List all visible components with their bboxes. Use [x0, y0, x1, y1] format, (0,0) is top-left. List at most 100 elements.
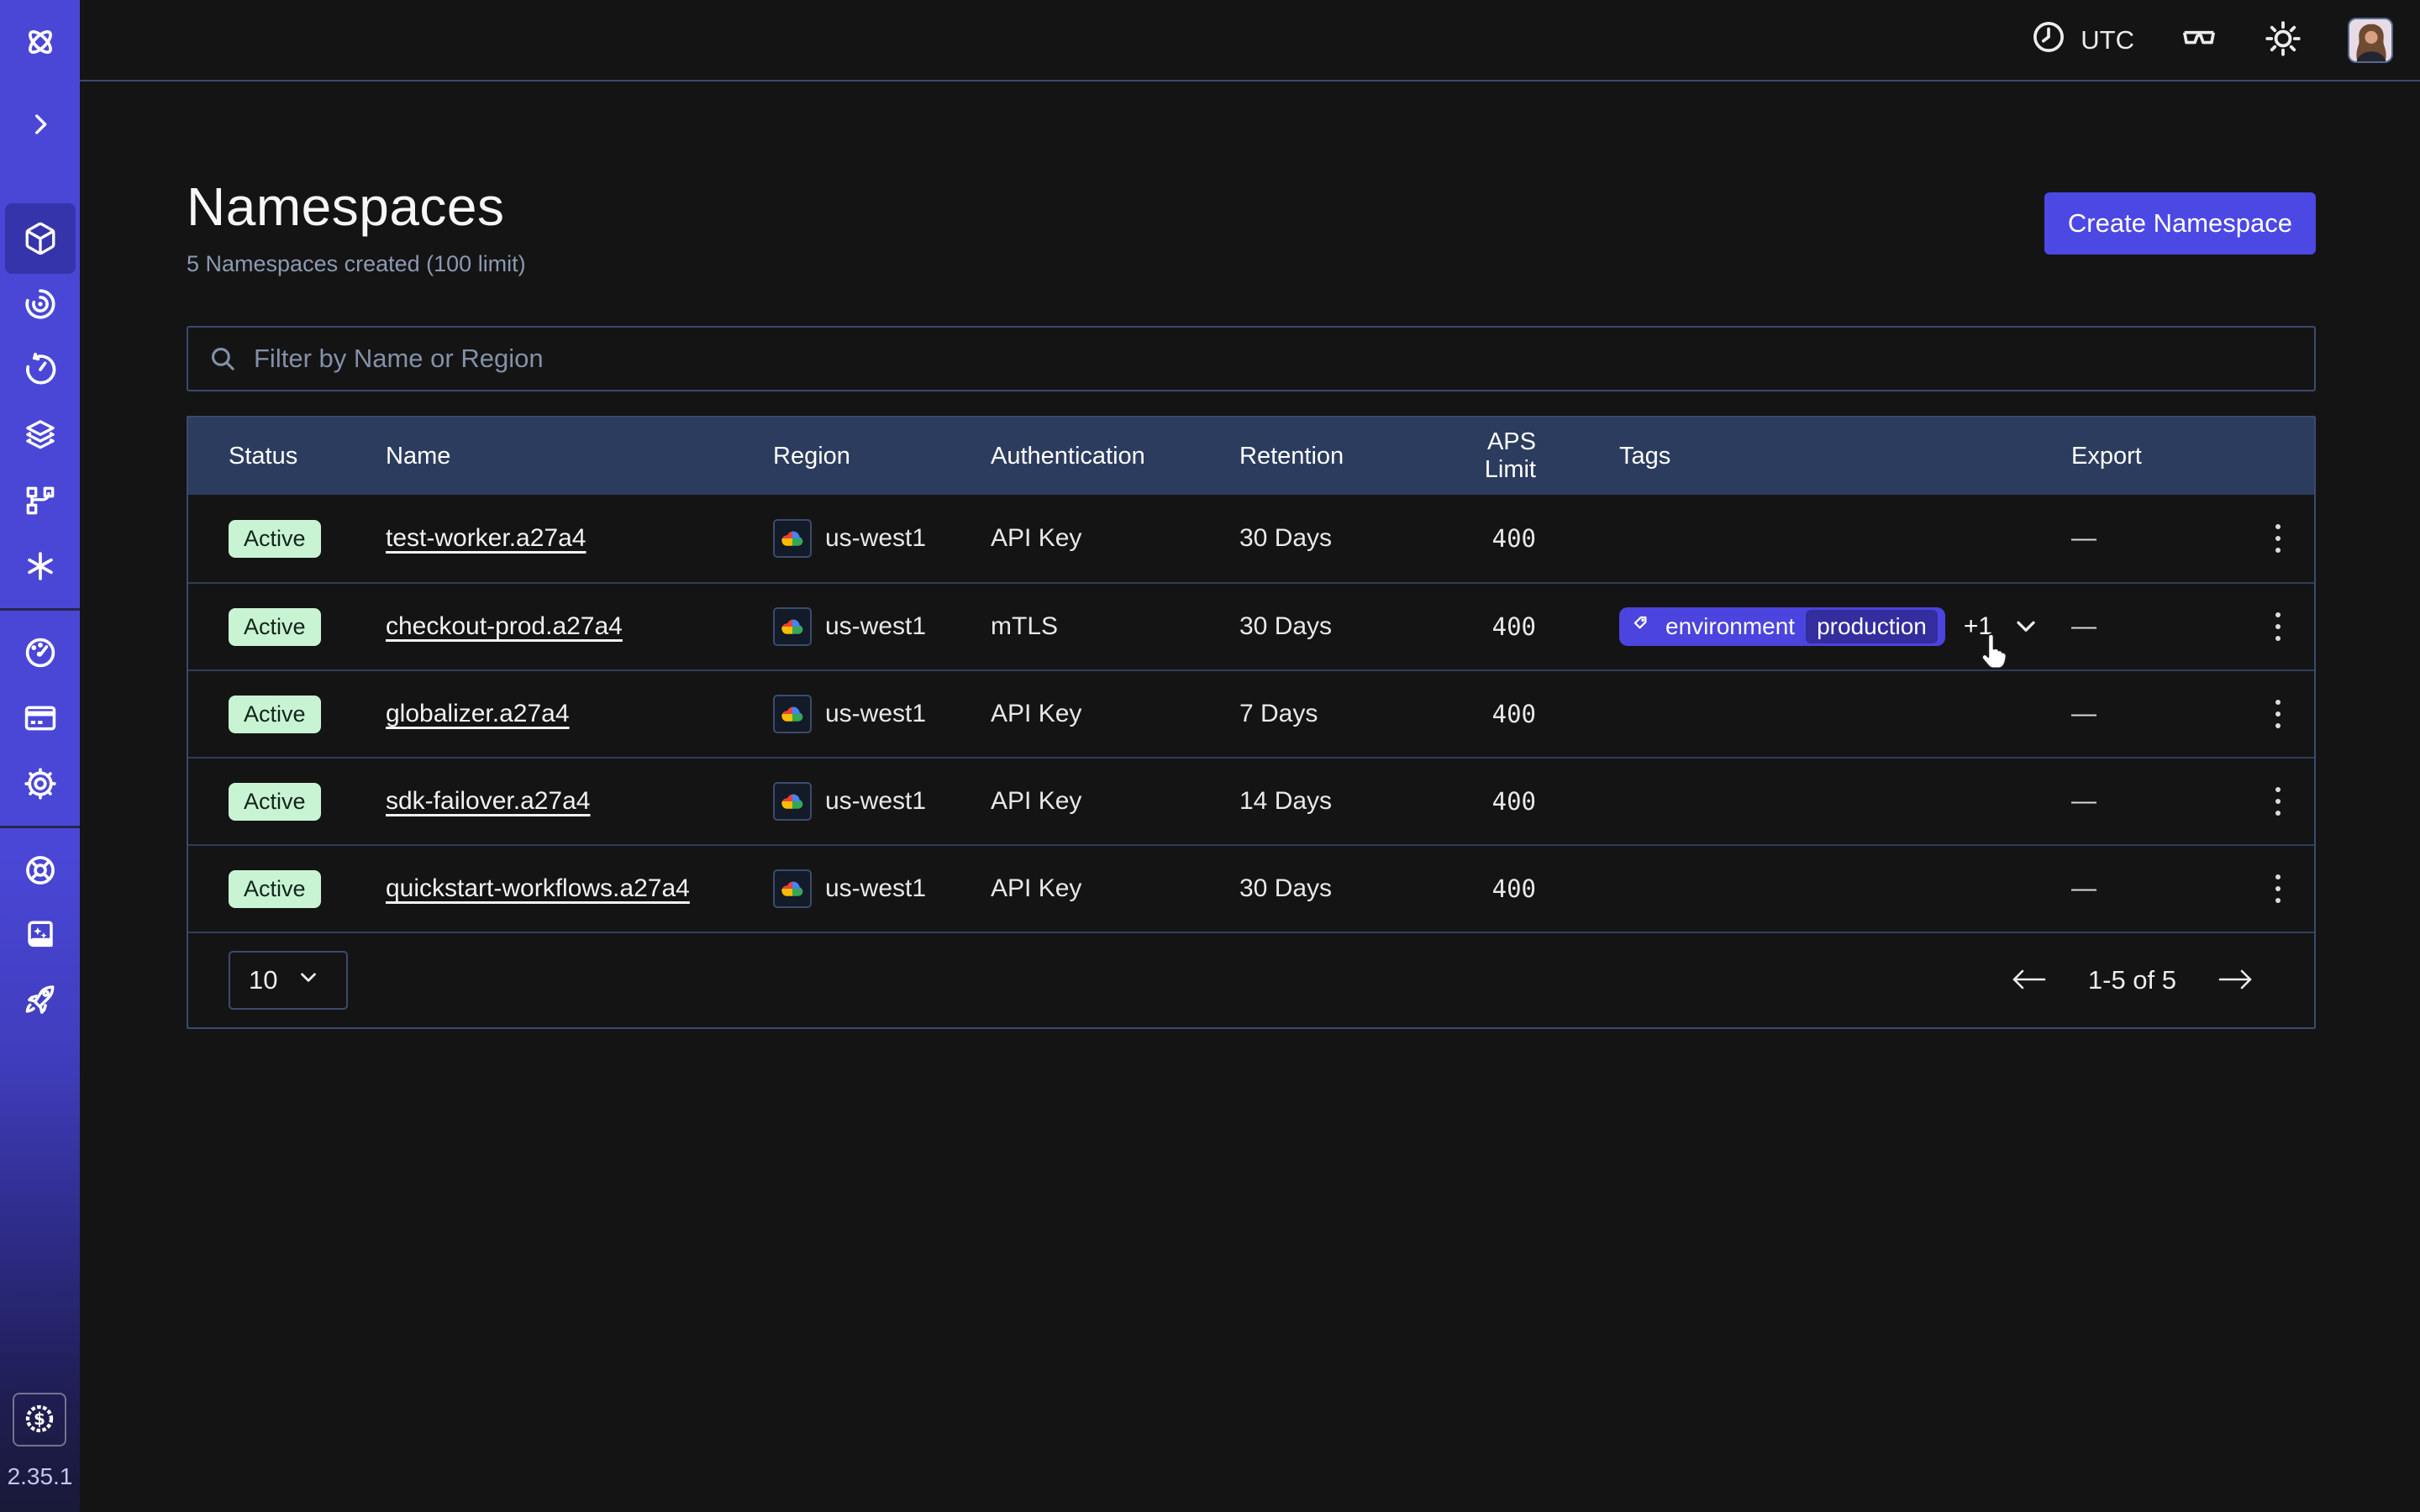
auth-label: API Key: [991, 874, 1239, 903]
col-header-region: Region: [773, 443, 991, 470]
sidebar-item-workflows[interactable]: [5, 269, 76, 339]
auth-label: mTLS: [991, 612, 1239, 641]
namespace-link[interactable]: globalizer.a27a4: [386, 700, 570, 727]
col-header-aps: APS Limit: [1430, 428, 1536, 484]
retention-label: 7 Days: [1239, 700, 1430, 728]
tag-overflow-count: +1: [1964, 612, 1992, 641]
topbar: UTC: [80, 0, 2420, 81]
search-input[interactable]: [187, 326, 2316, 391]
tag-value: production: [1806, 610, 1938, 643]
aps-limit-value: 400: [1430, 612, 1536, 641]
app-root: $ 2.35.1 UTC: [0, 0, 2420, 1512]
credit-card-icon: [23, 701, 58, 736]
sidebar-item-namespaces[interactable]: [5, 203, 76, 274]
sidebar-item-deployments[interactable]: [5, 400, 76, 470]
sidebar-item-batch-operations[interactable]: [5, 465, 76, 536]
export-value: —: [2071, 612, 2241, 641]
layers-icon: [23, 417, 58, 453]
status-badge: Active: [229, 870, 321, 908]
status-badge: Active: [229, 696, 321, 733]
page-size-value: 10: [249, 965, 277, 995]
namespace-link[interactable]: quickstart-workflows.a27a4: [386, 874, 690, 902]
row-menu-button[interactable]: [2267, 866, 2289, 911]
prev-page-button[interactable]: [2009, 967, 2048, 995]
table-row: Active test-worker.a27a4 us-west1 API Ke…: [188, 495, 2314, 582]
export-value: —: [2071, 524, 2241, 553]
namespace-link[interactable]: sdk-failover.a27a4: [386, 787, 591, 815]
table-row: Active globalizer.a27a4 us-west1 API Key…: [188, 669, 2314, 757]
book-sparkles-icon: [23, 918, 58, 953]
export-value: —: [2071, 787, 2241, 816]
retention-label: 14 Days: [1239, 787, 1430, 816]
credits-button[interactable]: $: [13, 1393, 66, 1446]
export-value: —: [2071, 700, 2241, 728]
timezone-button[interactable]: UTC: [2030, 18, 2134, 62]
dollar-seal-icon: $: [23, 1402, 56, 1438]
branch-icon: [24, 484, 57, 517]
tags-expand-button[interactable]: [2011, 611, 2041, 643]
gcp-cloud-icon: [773, 519, 812, 558]
sidebar-item-schedules[interactable]: [5, 334, 76, 405]
sidebar-item-nexus[interactable]: [5, 531, 76, 601]
aps-limit-value: 400: [1430, 787, 1536, 816]
page-subtitle: 5 Namespaces created (100 limit): [187, 251, 526, 277]
gear-icon: [23, 766, 58, 801]
sidebar-item-usage[interactable]: [5, 617, 76, 688]
aps-limit-value: 400: [1430, 874, 1536, 903]
timezone-label: UTC: [2081, 25, 2134, 55]
row-menu-button[interactable]: [2267, 691, 2289, 737]
aps-limit-value: 400: [1430, 524, 1536, 553]
rocket-icon: [23, 984, 58, 1019]
auth-label: API Key: [991, 787, 1239, 816]
chevron-right-icon: [26, 110, 55, 139]
row-menu-button[interactable]: [2267, 516, 2289, 561]
table-header-row: Status Name Region Authentication Retent…: [188, 417, 2314, 495]
table-row: Active checkout-prod.a27a4 us-west1 mTLS…: [188, 582, 2314, 669]
aps-limit-value: 400: [1430, 700, 1536, 728]
arrow-left-icon: [2009, 967, 2048, 995]
page-size-select[interactable]: 10: [229, 951, 348, 1010]
namespace-link[interactable]: checkout-prod.a27a4: [386, 612, 623, 640]
sidebar-item-quickstart[interactable]: [5, 966, 76, 1037]
table-footer: 10 1-5 of 5: [188, 932, 2314, 1027]
auth-label: API Key: [991, 524, 1239, 553]
gcp-cloud-icon: [773, 607, 812, 646]
pagination-range: 1-5 of 5: [2088, 965, 2176, 995]
col-header-tags: Tags: [1536, 443, 2071, 470]
row-menu-button[interactable]: [2267, 779, 2289, 824]
sidebar-item-settings[interactable]: [5, 748, 76, 819]
page-header: Namespaces 5 Namespaces created (100 lim…: [187, 176, 2316, 277]
clock-icon: [2030, 18, 2067, 62]
gcp-cloud-icon: [773, 869, 812, 908]
retention-label: 30 Days: [1239, 874, 1430, 903]
gcp-cloud-icon: [773, 695, 812, 733]
temporal-logo-icon[interactable]: [5, 7, 76, 77]
page-title: Namespaces: [187, 176, 526, 238]
next-page-button[interactable]: [2217, 967, 2255, 995]
tag-key: environment: [1665, 613, 1795, 640]
create-namespace-button[interactable]: Create Namespace: [2044, 192, 2316, 255]
sidebar-item-docs[interactable]: [5, 900, 76, 971]
schedules-timer-icon: [23, 352, 58, 387]
theme-toggle-button[interactable]: [2264, 19, 2302, 60]
user-avatar[interactable]: [2348, 18, 2393, 63]
col-header-retention: Retention: [1239, 443, 1430, 470]
sidebar-item-billing[interactable]: [5, 683, 76, 753]
sun-icon: [2264, 19, 2302, 60]
export-value: —: [2071, 874, 2241, 903]
row-menu-button[interactable]: [2267, 604, 2289, 649]
namespace-link[interactable]: test-worker.a27a4: [386, 524, 586, 552]
tag-badge[interactable]: environment production: [1619, 607, 1945, 646]
svg-text:$: $: [34, 1409, 46, 1429]
feedback-button[interactable]: [2180, 19, 2218, 60]
status-badge: Active: [229, 608, 321, 646]
chevron-down-icon: [2011, 611, 2041, 643]
sidebar-item-support[interactable]: [5, 835, 76, 906]
retention-label: 30 Days: [1239, 524, 1430, 553]
table-row: Active sdk-failover.a27a4 us-west1 API K…: [188, 757, 2314, 844]
sidebar-expand-button[interactable]: [5, 89, 76, 160]
sidebar-bottom: $ 2.35.1: [8, 1393, 73, 1512]
search-bar: [187, 326, 2316, 391]
col-header-export: Export: [2071, 443, 2241, 470]
content: Namespaces 5 Namespaces created (100 lim…: [80, 81, 2420, 1029]
